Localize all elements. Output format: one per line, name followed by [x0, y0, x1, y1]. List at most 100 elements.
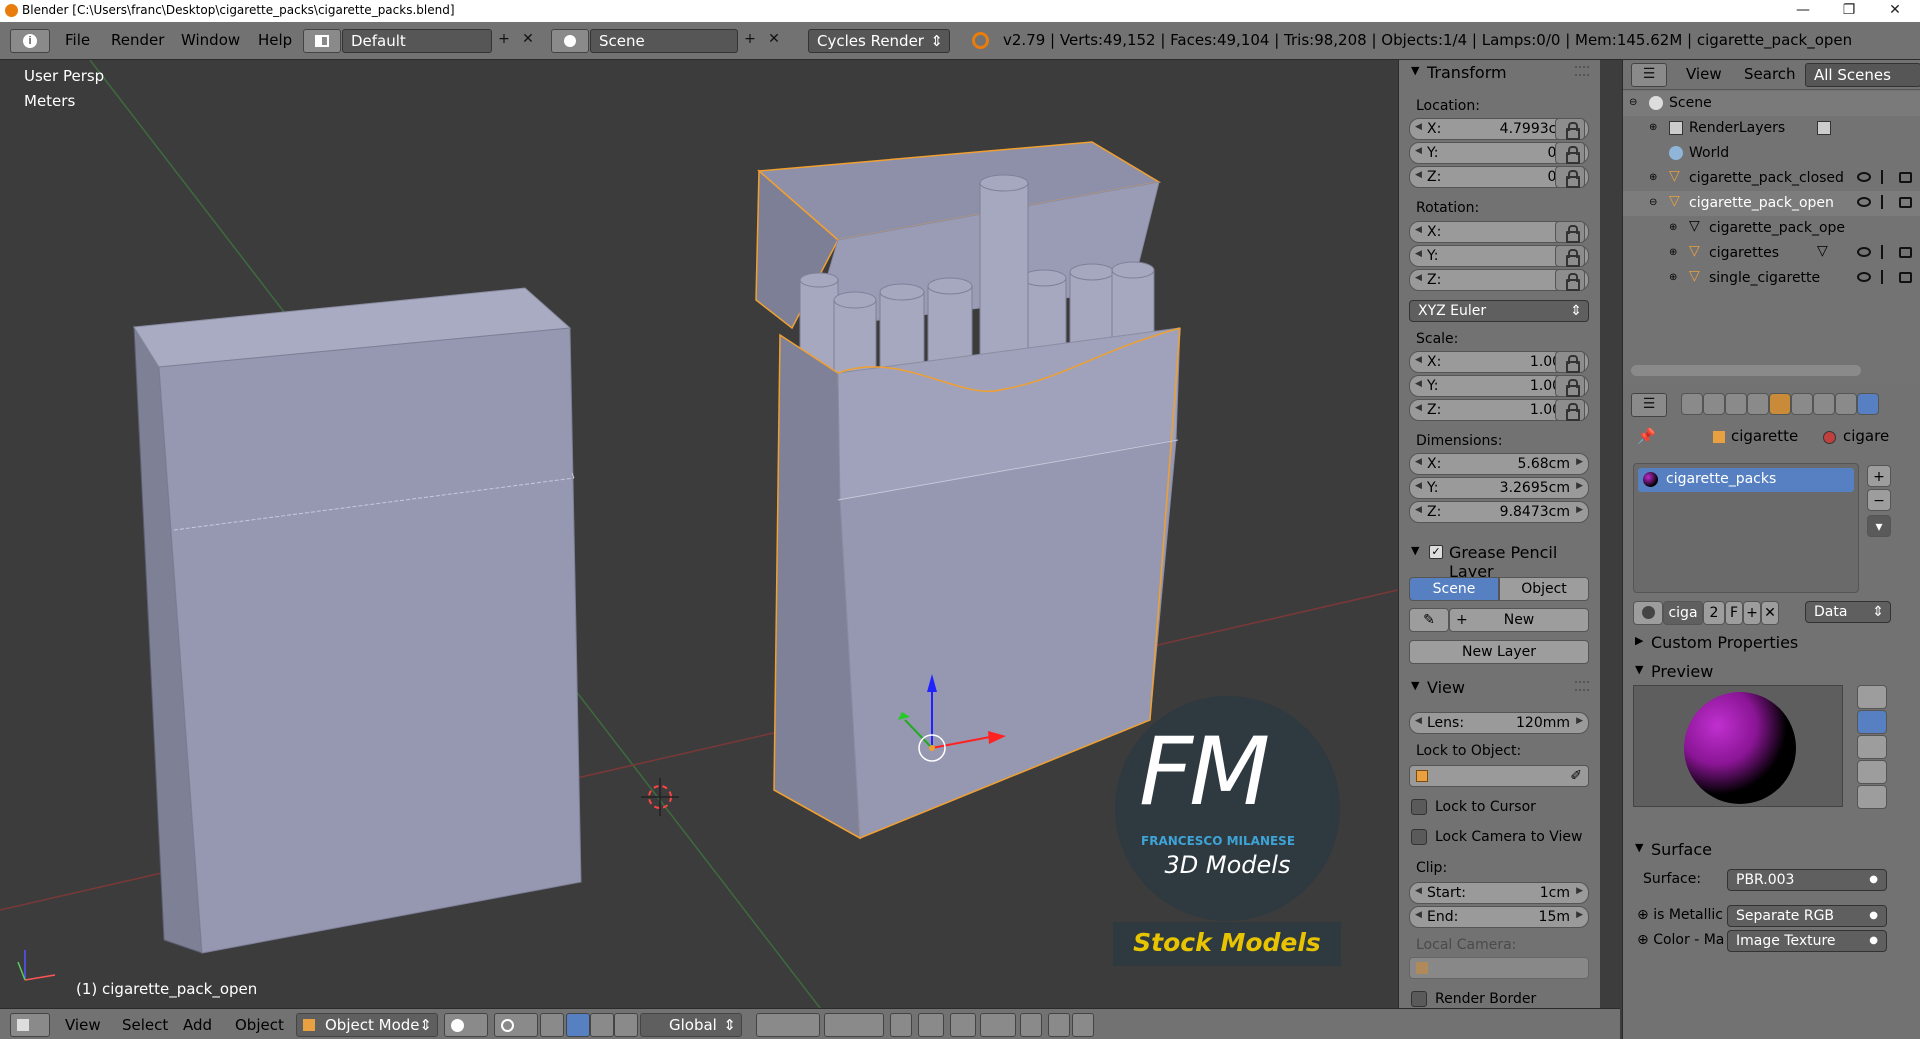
snap-target-icon[interactable] — [1020, 1013, 1042, 1037]
pencil-browse-button[interactable]: ✎ — [1409, 608, 1449, 632]
dimension-z-field[interactable]: ◀ Z: 9.8473cm ▶ — [1409, 501, 1589, 523]
preview-panel-header[interactable]: ▼ Preview — [1623, 659, 1920, 685]
clip-end-field[interactable]: ◀ End: 15m ▶ — [1409, 906, 1589, 928]
maximize-button[interactable]: ❐ — [1826, 0, 1872, 22]
outliner-editor-type-button[interactable]: ☰ — [1631, 63, 1667, 87]
menu-render[interactable]: Render — [111, 31, 164, 49]
viewport-shading-dropdown[interactable] — [444, 1013, 488, 1037]
render-border-checkbox[interactable] — [1411, 991, 1427, 1007]
outliner-row-pack-open-mesh[interactable]: ⊕ ▽ cigarette_pack_ope — [1623, 216, 1920, 241]
screen-layout-field[interactable]: Default — [342, 29, 492, 53]
dimension-x-field[interactable]: ◀ X: 5.68cm ▶ — [1409, 453, 1589, 475]
lock-location-x-icon[interactable] — [1555, 118, 1585, 140]
world-tab-icon[interactable] — [1747, 393, 1769, 415]
material-users-count[interactable]: 2 — [1703, 601, 1725, 625]
material-name-field[interactable]: ciga — [1663, 601, 1703, 625]
view-panel-header[interactable]: ▼ View — [1399, 675, 1600, 701]
lens-field[interactable]: ◀ Lens: 120mm ▶ — [1409, 712, 1589, 734]
preview-sphere-icon[interactable] — [1857, 710, 1887, 734]
proportional-edit-icon[interactable] — [918, 1013, 944, 1037]
grease-pencil-scene-tab[interactable]: Scene — [1409, 577, 1499, 601]
expand-icon[interactable]: ⊕ — [1669, 247, 1677, 258]
view-menu[interactable]: View — [65, 1016, 101, 1034]
dimension-y-field[interactable]: ◀ Y: 3.2695cm ▶ — [1409, 477, 1589, 499]
scene-tab-icon[interactable] — [1725, 393, 1747, 415]
drag-grip-icon[interactable] — [1575, 681, 1589, 691]
material-link-dropdown[interactable]: Data ⇕ — [1805, 601, 1891, 623]
material-slot-item[interactable]: cigarette_packs — [1638, 468, 1854, 492]
outliner-row-cigarettes[interactable]: ⊕ ▽ cigarettes ▽ — [1623, 241, 1920, 266]
expand-icon[interactable]: ⊕ — [1669, 222, 1677, 233]
material-tab-icon[interactable] — [1857, 393, 1879, 415]
minimize-button[interactable]: — — [1780, 0, 1826, 22]
remove-material-slot-icon[interactable]: − — [1867, 489, 1891, 511]
material-browse-button[interactable] — [1633, 601, 1663, 625]
scale-manipulator-icon[interactable] — [614, 1013, 638, 1037]
layers-grid-1[interactable] — [756, 1013, 820, 1037]
renderable-camera-icon[interactable] — [1899, 272, 1912, 283]
selectable-cursor-icon[interactable] — [1881, 195, 1891, 209]
remove-layout-icon[interactable]: ✕ — [518, 29, 538, 53]
rotation-mode-dropdown[interactable]: XYZ Euler ⇕ — [1409, 300, 1589, 322]
selectable-cursor-icon[interactable] — [1881, 245, 1891, 259]
custom-properties-panel-header[interactable]: ▶ Custom Properties — [1623, 630, 1920, 656]
visibility-eye-icon[interactable] — [1857, 197, 1871, 207]
preview-hair-icon[interactable] — [1857, 785, 1887, 809]
outliner-search-menu[interactable]: Search — [1744, 65, 1796, 83]
menu-help[interactable]: Help — [258, 31, 292, 49]
lock-to-cursor-checkbox[interactable] — [1411, 799, 1427, 815]
add-material-slot-icon[interactable]: + — [1867, 465, 1891, 487]
eyedropper-icon[interactable]: ✐ — [1570, 766, 1582, 786]
snap-element-dropdown[interactable] — [980, 1013, 1016, 1037]
render-layers-tab-icon[interactable] — [1703, 393, 1725, 415]
outliner-row-renderlayers[interactable]: ⊕ RenderLayers — [1623, 116, 1920, 141]
scene-field[interactable]: Scene — [590, 29, 738, 53]
drag-grip-icon[interactable] — [1575, 66, 1589, 76]
mesh-data-tab-icon[interactable] — [1835, 393, 1857, 415]
clip-start-field[interactable]: ◀ Start: 1cm ▶ — [1409, 882, 1589, 904]
outliner-row-scene[interactable]: ⊖ Scene — [1623, 91, 1920, 116]
add-menu[interactable]: Add — [183, 1016, 212, 1034]
opengl-render-image-icon[interactable] — [1048, 1013, 1070, 1037]
3d-viewport[interactable]: User Persp Meters (1) cigarette_pack_ope… — [0, 60, 1398, 1008]
grease-pencil-object-tab[interactable]: Object — [1499, 577, 1589, 601]
render-engine-dropdown[interactable]: Cycles Render ⇕ — [808, 29, 950, 53]
lock-scale-y-icon[interactable] — [1555, 375, 1585, 397]
modifiers-tab-icon[interactable] — [1813, 393, 1835, 415]
properties-editor-type-button[interactable]: ☰ — [1631, 393, 1667, 417]
translate-manipulator-icon[interactable] — [566, 1013, 590, 1037]
new-grease-pencil-button[interactable]: + New — [1449, 608, 1589, 632]
color-input-dropdown[interactable]: Image Texture ● — [1727, 930, 1887, 952]
menu-window[interactable]: Window — [181, 31, 240, 49]
close-button[interactable]: ✕ — [1872, 0, 1918, 22]
select-menu[interactable]: Select — [122, 1016, 168, 1034]
surface-shader-dropdown[interactable]: PBR.003 ● — [1727, 869, 1887, 891]
transform-panel-header[interactable]: ▼ Transform — [1399, 60, 1600, 86]
outliner-display-mode-dropdown[interactable]: All Scenes — [1805, 63, 1920, 87]
preview-monkey-icon[interactable] — [1857, 760, 1887, 784]
transform-orientation-dropdown[interactable]: Global ⇕ — [640, 1013, 742, 1037]
lock-to-object-field[interactable]: ✐ — [1409, 765, 1589, 787]
preview-cube-icon[interactable] — [1857, 735, 1887, 759]
new-material-icon[interactable]: + — [1743, 601, 1761, 625]
scene-browse-button[interactable] — [551, 29, 589, 53]
rotate-manipulator-icon[interactable] — [590, 1013, 614, 1037]
viewport-editor-type-button[interactable] — [10, 1013, 50, 1037]
interaction-mode-dropdown[interactable]: Object Mode ⇕ — [296, 1013, 438, 1037]
grease-pencil-panel-header[interactable]: ▼ ✓ Grease Pencil Layer — [1399, 540, 1600, 581]
outliner-horizontal-scrollbar[interactable] — [1631, 365, 1861, 376]
remove-scene-icon[interactable]: ✕ — [764, 29, 784, 53]
outliner[interactable]: ☰ View Search All Scenes ⊖ Scene ⊕ Rende… — [1622, 60, 1920, 385]
material-specials-menu-icon[interactable]: ▾ — [1867, 515, 1891, 537]
object-menu[interactable]: Object — [235, 1016, 284, 1034]
add-layout-icon[interactable]: + — [494, 29, 514, 53]
manipulator-toggle-icon[interactable] — [540, 1013, 564, 1037]
outliner-row-world[interactable]: World — [1623, 141, 1920, 166]
menu-file[interactable]: File — [65, 31, 90, 49]
renderable-camera-icon[interactable] — [1899, 247, 1912, 258]
renderable-camera-icon[interactable] — [1899, 172, 1912, 183]
unlink-material-icon[interactable]: ✕ — [1761, 601, 1779, 625]
layers-grid-2[interactable] — [824, 1013, 884, 1037]
preview-flat-icon[interactable] — [1857, 685, 1887, 709]
layout-browse-button[interactable] — [303, 29, 341, 53]
